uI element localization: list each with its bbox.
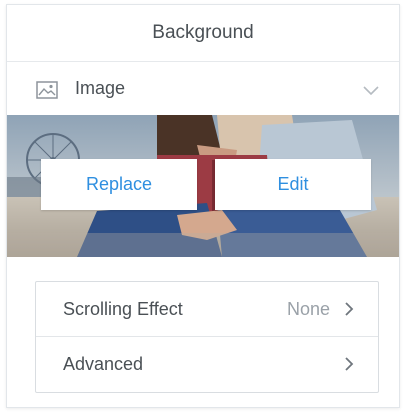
advanced-row[interactable]: Advanced [36,337,378,391]
media-type-dropdown[interactable]: Image [7,61,399,115]
advanced-label: Advanced [63,353,144,374]
replace-button[interactable]: Replace [41,159,197,210]
chevron-right-icon [344,302,354,316]
panel-title: Background [7,5,399,62]
media-type-label: Image [75,78,126,98]
scrolling-effect-value: None [286,298,330,319]
settings-list: Scrolling Effect None Advanced [35,281,379,393]
background-panel: Background Image Replace Edit Scrolling … [6,4,400,408]
scrolling-effect-label: Scrolling Effect [63,298,183,319]
scrolling-effect-row[interactable]: Scrolling Effect None [36,282,378,337]
chevron-down-icon[interactable] [363,83,379,96]
image-icon [36,81,58,99]
chevron-right-icon [344,357,354,371]
edit-button[interactable]: Edit [215,159,371,210]
